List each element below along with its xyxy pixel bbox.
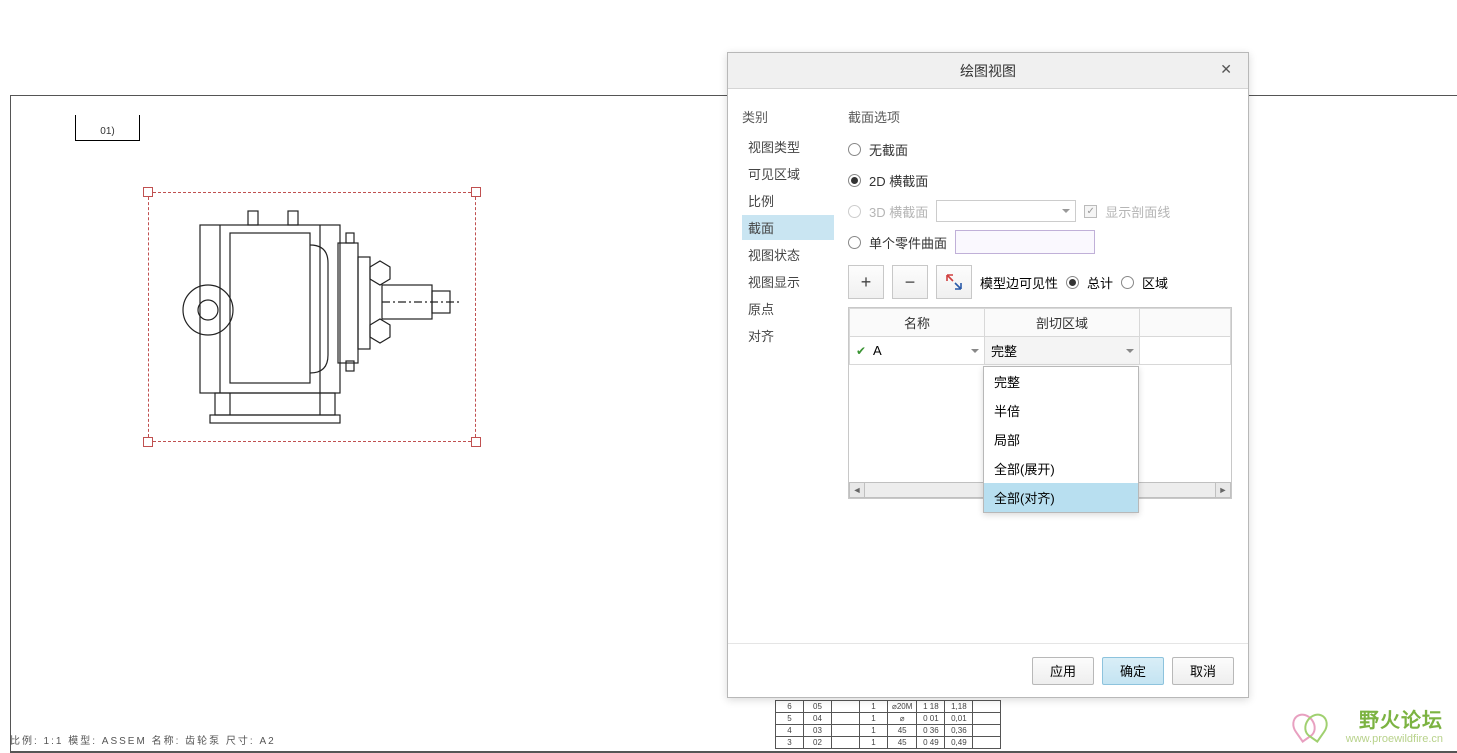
resize-handle[interactable]: [143, 187, 153, 197]
mechanical-drawing-view[interactable]: [160, 205, 460, 435]
watermark-url: www.proewildfire.cn: [1346, 733, 1443, 745]
category-item[interactable]: 截面: [742, 215, 834, 240]
radio-icon: [848, 236, 861, 249]
watermark: 野火论坛 www.proewildfire.cn: [1346, 704, 1443, 745]
category-heading: 类别: [742, 107, 834, 126]
category-item[interactable]: 可见区域: [742, 161, 834, 186]
drawing-footer-info: 比例: 1:1 模型: ASSEM 名称: 齿轮泵 尺寸: A2: [10, 732, 276, 747]
cell-text: A: [873, 343, 882, 358]
table-row[interactable]: ✔ A 完整: [850, 337, 1231, 365]
check-icon: ✔: [856, 344, 866, 358]
radio-label: 单个零件曲面: [869, 233, 947, 252]
resize-handle[interactable]: [471, 187, 481, 197]
dropdown-option[interactable]: 完整: [984, 367, 1138, 396]
radio-2d-section[interactable]: 2D 横截面: [848, 167, 1234, 193]
watermark-title: 野火论坛: [1346, 704, 1443, 733]
radio-icon[interactable]: [1066, 276, 1079, 289]
radio-icon: [848, 174, 861, 187]
diagonal-arrows-icon: [944, 272, 964, 292]
radio-no-section[interactable]: 无截面: [848, 136, 1234, 162]
category-item[interactable]: 对齐: [742, 323, 834, 348]
category-item[interactable]: 视图状态: [742, 242, 834, 267]
sheet-tab: 01): [75, 115, 140, 141]
cancel-button[interactable]: 取消: [1172, 657, 1234, 685]
checkbox-label: 显示剖面线: [1105, 202, 1170, 221]
radio-label: 无截面: [869, 140, 908, 159]
resize-handle[interactable]: [471, 437, 481, 447]
category-item[interactable]: 视图类型: [742, 134, 834, 159]
table-row: 3021450 490,49: [776, 737, 1001, 749]
dropdown-option[interactable]: 全部(对齐): [984, 483, 1138, 512]
category-item[interactable]: 原点: [742, 296, 834, 321]
scroll-left-arrow-icon[interactable]: ◄: [849, 482, 865, 498]
section-table[interactable]: 名称 剖切区域 ✔ A 完整: [848, 307, 1232, 499]
3d-section-combo: [936, 200, 1076, 222]
radio-icon: [848, 205, 861, 218]
category-sidebar: 类别 视图类型可见区域比例截面视图状态视图显示原点对齐: [742, 107, 834, 633]
col-name-header: 名称: [850, 309, 985, 337]
radio-icon: [848, 143, 861, 156]
category-item[interactable]: 视图显示: [742, 269, 834, 294]
radio-single-surface[interactable]: 单个零件曲面: [848, 229, 1234, 255]
single-surface-field[interactable]: [955, 230, 1095, 254]
close-icon[interactable]: ✕: [1214, 59, 1238, 80]
plus-icon: +: [861, 272, 872, 293]
ok-button[interactable]: 确定: [1102, 657, 1164, 685]
empty-cell: [1140, 337, 1231, 365]
arrow-direction-button[interactable]: [936, 265, 972, 299]
visibility-label: 模型边可见性: [980, 273, 1058, 292]
dialog-title-text: 绘图视图: [960, 61, 1016, 81]
category-item[interactable]: 比例: [742, 188, 834, 213]
region-cell[interactable]: 完整: [985, 337, 1140, 365]
cell-text: 完整: [991, 344, 1017, 359]
radio-label: 总计: [1087, 273, 1113, 292]
radio-label: 3D 横截面: [869, 202, 928, 221]
options-panel: 截面选项 无截面 2D 横截面 3D 横截面 显示剖面线 单个零件曲面: [848, 107, 1234, 633]
add-button[interactable]: +: [848, 265, 884, 299]
dialog-title-bar[interactable]: 绘图视图 ✕: [728, 53, 1248, 89]
region-dropdown[interactable]: 完整半倍局部全部(展开)全部(对齐): [983, 366, 1139, 513]
table-row: 5041⌀0 010,01: [776, 713, 1001, 725]
bom-table-fragment: 6051⌀20M1 181,185041⌀0 010,014031450 360…: [775, 700, 1001, 749]
col-spacer: [1140, 309, 1231, 337]
radio-label: 区域: [1142, 273, 1168, 292]
watermark-logo-icon: [1293, 713, 1329, 741]
radio-label: 2D 横截面: [869, 171, 928, 190]
apply-button[interactable]: 应用: [1032, 657, 1094, 685]
dropdown-option[interactable]: 局部: [984, 425, 1138, 454]
section-options-heading: 截面选项: [848, 107, 1234, 126]
radio-icon[interactable]: [1121, 276, 1134, 289]
show-section-line-checkbox: [1084, 205, 1097, 218]
drawing-view-dialog: 绘图视图 ✕ 类别 视图类型可见区域比例截面视图状态视图显示原点对齐 截面选项 …: [727, 52, 1249, 698]
col-region-header: 剖切区域: [985, 309, 1140, 337]
name-cell[interactable]: ✔ A: [850, 337, 985, 365]
dropdown-option[interactable]: 半倍: [984, 396, 1138, 425]
scroll-right-arrow-icon[interactable]: ►: [1215, 482, 1231, 498]
remove-button[interactable]: −: [892, 265, 928, 299]
table-row: 4031450 360,36: [776, 725, 1001, 737]
resize-handle[interactable]: [143, 437, 153, 447]
minus-icon: −: [905, 272, 916, 293]
table-row: 6051⌀20M1 181,18: [776, 701, 1001, 713]
radio-3d-section: 3D 横截面 显示剖面线: [848, 198, 1234, 224]
dropdown-option[interactable]: 全部(展开): [984, 454, 1138, 483]
dialog-footer: 应用 确定 取消: [728, 643, 1248, 697]
